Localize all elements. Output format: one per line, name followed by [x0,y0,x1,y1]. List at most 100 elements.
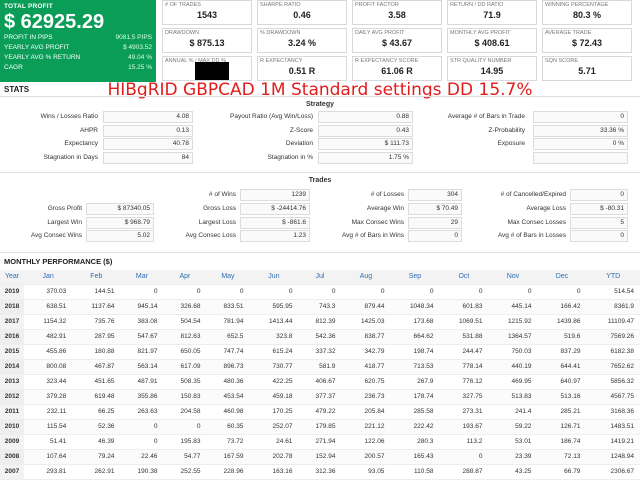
stat-value: 40.78 [103,138,193,150]
stat-value: 0 % [533,138,628,150]
metric-card-title: SQN SCORE [545,58,579,64]
stat-label: Wins / Losses Ratio [40,113,98,120]
month-value: 821.97 [120,343,164,359]
redacted-box [195,62,229,80]
monthly-performance-table: Year Jan Feb Mar Apr May Jun Jul Aug Sep Oct Nov Dec… [0,270,640,480]
divider [0,252,640,253]
column-header: Year [0,270,25,284]
stat-value: 0.13 [103,124,193,137]
month-value: 1425.03 [341,313,391,329]
month-value: 1248.94 [586,448,640,464]
metric-card-value: 5.71 [578,66,596,76]
stat-value: $ 87340.05 [86,202,154,215]
month-value: 312.36 [298,463,342,479]
stat-value: 1239 [240,189,310,201]
metric-card-value: 3.24 % [287,38,317,48]
metric-card-value: 71.9 [483,10,501,20]
column-header: Nov [488,270,538,284]
month-value: 222.42 [390,418,440,434]
stat-label: Gross Loss [203,204,236,212]
stat-value: 4.08 [103,111,193,123]
month-value: 730.77 [249,358,299,374]
month-value: 0 [341,283,391,299]
month-value: 43.25 [488,463,538,479]
month-value: 6182.38 [586,343,640,359]
month-value: 838.77 [341,328,391,344]
month-value: 11109.47 [586,313,640,329]
month-value: 370.03 [24,283,73,299]
month-value: 1439.86 [537,313,587,329]
stat-value: $ 968.79 [86,216,154,229]
month-value: 514.54 [586,283,640,299]
column-header: Oct [439,270,489,284]
month-value: 0 [537,283,587,299]
month-value: 713.53 [390,358,440,374]
report-page: TOTAL PROFIT $ 62925.29 PROFIT IN PIPS 90… [0,0,640,480]
stat-label: Average Loss [526,204,566,212]
month-value: 280.3 [390,433,440,449]
table-row: 2019 370.03 144.51 0 0 0 0 0 0 0 0 0 0 514.54 [0,283,640,299]
month-value: 193.67 [439,418,489,434]
month-value: 122.06 [341,433,391,449]
month-value: 236.73 [341,388,391,404]
strategy-row: Wins / Losses Ratio 4.08 Payout Ratio (Avg… [0,111,640,123]
stat-value: $ -80.31 [570,202,628,215]
month-value: 355.86 [120,388,164,404]
month-value: 0 [488,283,538,299]
month-value: 812.39 [298,313,342,329]
metric-card-value: 3.58 [388,10,406,20]
stat-label [415,152,525,164]
month-value: 24.61 [249,433,299,449]
stat-value: 0.43 [318,124,413,137]
month-value: 542.36 [298,328,342,344]
year-cell: 2015 [0,343,25,359]
month-value: 221.12 [341,418,391,434]
stat-value: $ 111.73 [318,138,413,150]
stat-value: 84 [103,151,193,164]
month-value: 152.94 [298,448,342,464]
month-value: 1364.57 [488,328,538,344]
column-header: Mar [120,270,164,284]
month-value: 479.22 [298,403,342,419]
month-value: 66.79 [537,463,587,479]
total-profit-panel: TOTAL PROFIT $ 62925.29 PROFIT IN PIPS 90… [0,0,156,82]
month-value: 273.31 [439,403,489,419]
month-value: 4567.75 [586,388,640,404]
month-value: 200.57 [341,448,391,464]
month-value: 0 [298,283,342,299]
table-header-row: Year Jan Feb Mar Apr May Jun Jul Aug Sep Oct Nov Dec… [0,270,640,284]
stat-label: Average # of Bars in Trade [447,113,525,120]
table-row: 2009 51.41 46.39 0 195.83 73.72 24.61 271.94 122… [0,433,640,449]
stat-value: $ -24414.76 [240,202,310,215]
month-value: 1215.92 [488,313,538,329]
year-cell: 2009 [0,433,25,449]
month-value: 73.72 [206,433,250,449]
month-value: 945.14 [120,298,164,314]
strategy-title: Strategy [305,101,334,108]
divider [0,96,640,97]
month-value: 51.41 [24,433,73,449]
yearly-avg-return-row: YEARLY AVG % RETURN 49.04 % [4,54,152,61]
month-value: 743.3 [298,298,342,314]
month-value: 619.48 [72,388,121,404]
month-value: 342.79 [341,343,391,359]
year-cell: 2018 [0,298,25,314]
month-value: 487.91 [120,373,164,389]
stat-label [0,189,82,201]
month-value: 93.05 [341,463,391,479]
stat-value: $ 70.49 [408,202,462,215]
profit-pips-row: PROFIT IN PIPS 9081.5 PIPS [4,34,152,41]
month-value: 107.64 [24,448,73,464]
month-value: 170.25 [249,403,299,419]
month-value: 179.85 [298,418,342,434]
stat-label: # of Losses [370,191,404,198]
month-value: 115.54 [24,418,73,434]
month-value: 150.83 [163,388,207,404]
month-value: 1483.51 [586,418,640,434]
month-value: 776.12 [439,373,489,389]
month-value: 1154.32 [24,313,73,329]
metric-card: R EXPECTANCY 0.51 R [257,56,347,81]
month-value: 202.78 [249,448,299,464]
month-value: 0 [163,283,207,299]
metric-card: # OF TRADES 1543 [162,0,252,25]
